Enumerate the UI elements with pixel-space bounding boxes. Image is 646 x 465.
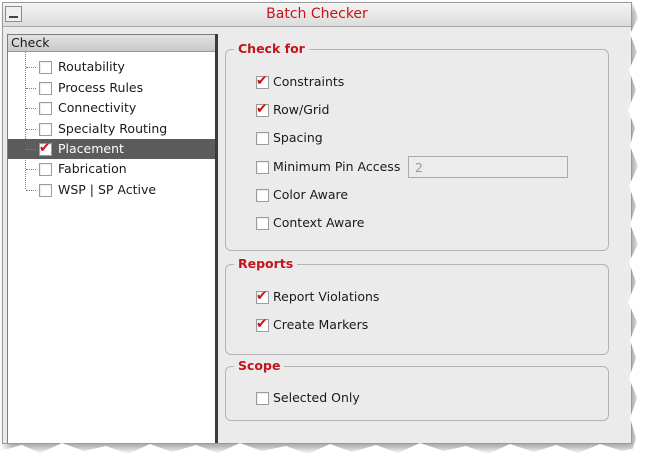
tree-item-label: Placement	[58, 141, 124, 156]
tree-connector	[26, 190, 36, 191]
minimum-pin-access-field[interactable]	[408, 156, 568, 178]
tree-item-process-rules[interactable]: Process Rules	[8, 78, 215, 98]
tree-connector	[26, 149, 36, 150]
constraints-label: Constraints	[273, 74, 345, 89]
specialty-routing-checkbox[interactable]	[39, 123, 52, 136]
context-aware-checkbox[interactable]	[256, 217, 269, 230]
tree-connector	[26, 88, 36, 89]
check-mark-icon: ✔	[39, 140, 51, 156]
spacing-checkbox[interactable]	[256, 132, 269, 145]
selected-only-checkbox[interactable]	[256, 392, 269, 405]
scope-title: Scope	[234, 358, 285, 373]
tree-item-label: Routability	[58, 59, 125, 74]
minimum-pin-access-checkbox[interactable]	[256, 161, 269, 174]
tree-item-label: WSP | SP Active	[58, 182, 157, 197]
check-mark-icon: ✔	[256, 101, 268, 117]
tree-item-wsp-sp-active[interactable]: WSP | SP Active	[8, 180, 215, 200]
tree-item-label: Fabrication	[58, 161, 127, 176]
tree-item-placement[interactable]: ✔ Placement	[8, 139, 215, 159]
process-rules-checkbox[interactable]	[39, 82, 52, 95]
panel-splitter[interactable]	[215, 34, 218, 443]
tree-connector	[26, 67, 36, 68]
tree-item-routability[interactable]: Routability	[8, 57, 215, 77]
placement-checkbox[interactable]: ✔	[39, 140, 52, 156]
report-violations-label: Report Violations	[273, 289, 380, 304]
context-aware-label: Context Aware	[273, 215, 365, 230]
create-markers-label: Create Markers	[273, 317, 369, 332]
connectivity-checkbox[interactable]	[39, 102, 52, 115]
report-violations-checkbox[interactable]: ✔	[256, 288, 269, 304]
color-aware-checkbox[interactable]	[256, 189, 269, 202]
selected-only-label: Selected Only	[273, 390, 360, 405]
check-for-title: Check for	[234, 41, 309, 56]
tree-connector	[26, 108, 36, 109]
tree-connector	[26, 169, 36, 170]
check-mark-icon: ✔	[256, 288, 268, 304]
reports-group: Reports	[225, 256, 609, 355]
tree-item-connectivity[interactable]: Connectivity	[8, 98, 215, 118]
create-markers-checkbox[interactable]: ✔	[256, 316, 269, 332]
tree-item-label: Connectivity	[58, 100, 137, 115]
check-mark-icon: ✔	[256, 73, 268, 89]
tree-item-label: Process Rules	[58, 80, 144, 95]
fabrication-checkbox[interactable]	[39, 163, 52, 176]
torn-edge-right	[628, 0, 646, 465]
batch-checker-window: Batch Checker Check Routability Process …	[2, 2, 632, 444]
tree-connector	[26, 129, 36, 130]
wsp-sp-active-checkbox[interactable]	[39, 184, 52, 197]
check-tree-panel: Check Routability Process Rules Connecti…	[7, 34, 216, 443]
tree-item-label: Specialty Routing	[58, 121, 168, 136]
torn-edge-bottom	[0, 443, 646, 465]
color-aware-label: Color Aware	[273, 187, 349, 202]
tree-item-specialty-routing[interactable]: Specialty Routing	[8, 119, 215, 139]
tree-header[interactable]: Check	[8, 35, 215, 52]
tree-item-fabrication[interactable]: Fabrication	[8, 159, 215, 179]
routability-checkbox[interactable]	[39, 61, 52, 74]
row-grid-checkbox[interactable]: ✔	[256, 101, 269, 117]
constraints-checkbox[interactable]: ✔	[256, 73, 269, 89]
minimum-pin-access-label: Minimum Pin Access	[273, 159, 401, 174]
check-mark-icon: ✔	[256, 316, 268, 332]
row-grid-label: Row/Grid	[273, 102, 330, 117]
title-bar: Batch Checker	[3, 3, 631, 27]
spacing-label: Spacing	[273, 130, 323, 145]
window-title: Batch Checker	[266, 6, 368, 22]
reports-title: Reports	[234, 256, 298, 271]
